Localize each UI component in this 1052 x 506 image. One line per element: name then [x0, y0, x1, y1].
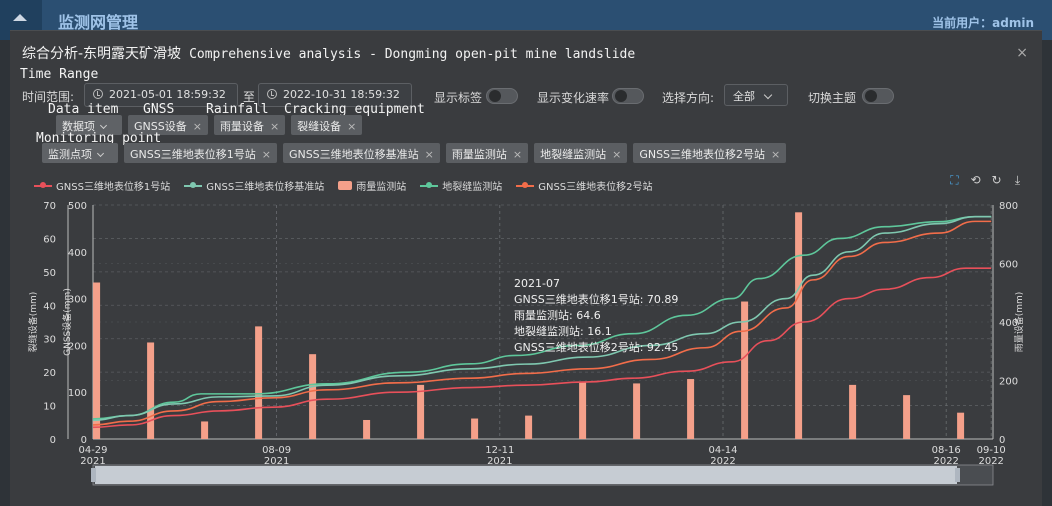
x-tick-label: 04-14	[708, 445, 737, 456]
y-tick-rain: 800	[999, 201, 1018, 212]
close-icon[interactable]: ×	[270, 120, 279, 133]
y-tick-crack: 0	[50, 435, 56, 446]
y-axis-title-gnss: GNSS设备(mm)	[61, 288, 73, 356]
monitoring-point-tag: GNSS三维地表位移2号站 ×	[633, 143, 787, 163]
monitoring-point-select[interactable]: 监测点项	[42, 143, 118, 163]
y-tick-rain: 600	[999, 260, 1018, 271]
rain-bar	[417, 384, 425, 439]
close-icon[interactable]: ×	[347, 120, 356, 133]
rain-bar	[633, 383, 641, 439]
close-icon[interactable]: ×	[771, 148, 780, 161]
close-icon[interactable]: ×	[513, 148, 522, 161]
data-zoom-window	[95, 466, 957, 484]
show-rate-label: 显示变化速率	[537, 91, 610, 105]
rain-bar	[309, 354, 317, 439]
rain-bar	[363, 419, 371, 439]
y-tick-crack: 70	[43, 201, 56, 212]
y-tick-crack: 30	[43, 335, 56, 346]
theme-label: 切换主题	[808, 91, 857, 105]
close-icon[interactable]: ×	[612, 148, 621, 161]
direction-label: 选择方向:	[662, 91, 715, 105]
monitoring-point-row: 监测点项 GNSS三维地表位移1号站 × GNSS三维地表位移基准站 × 雨量监测站…	[42, 143, 787, 163]
y-tick-gnss: 500	[68, 201, 87, 212]
rain-bar	[255, 326, 263, 439]
chevron-down-icon	[763, 90, 773, 100]
clock-icon	[93, 89, 103, 99]
tooltip-line: GNSS三维地表位移2号站: 92.45	[514, 341, 679, 354]
rain-bar	[471, 418, 479, 439]
direction-select[interactable]: 全部	[724, 84, 788, 106]
theme-toggle[interactable]	[862, 88, 894, 104]
y-tick-crack: 50	[43, 268, 56, 279]
monitoring-point-tag: GNSS三维地表位移1号站 ×	[124, 143, 277, 163]
rain-bar	[849, 384, 857, 439]
y-tick-crack: 40	[43, 301, 56, 312]
show-labels-label: 显示标签	[434, 91, 483, 105]
modal-title-en: Comprehensive analysis - Dongming open-p…	[189, 47, 636, 62]
y-tick-gnss: 400	[68, 248, 87, 259]
end-date-value: 2022-10-31 18:59:32	[283, 88, 400, 101]
rain-bar	[93, 282, 101, 439]
rain-bar	[795, 212, 803, 439]
start-date-value: 2021-05-01 18:59:32	[109, 88, 226, 101]
tooltip-date: 2021-07	[514, 277, 560, 290]
y-tick-crack: 60	[43, 234, 56, 245]
x-tick-label: 08-09	[262, 445, 291, 456]
rain-bar	[687, 379, 695, 439]
time-range-annotation: Time Range	[20, 67, 99, 82]
data-zoom-handle-right[interactable]	[955, 468, 960, 482]
y-axis-title-rain: 雨量设备(mm)	[1013, 292, 1025, 353]
rain-bar	[147, 342, 155, 439]
rain-bar	[579, 381, 587, 439]
rain-bar	[957, 412, 965, 439]
y-tick-gnss: 100	[68, 388, 87, 399]
chevron-down-icon	[96, 149, 105, 158]
direction-value: 全部	[733, 90, 755, 103]
tooltip-line: 地裂缝监测站: 16.1	[514, 325, 612, 338]
close-icon[interactable]: ×	[262, 148, 271, 161]
x-tick-label: 12-11	[485, 445, 514, 456]
x-tick-label: 09-10	[977, 445, 1006, 456]
data-item-tag: 裂缝设备 ×	[291, 115, 363, 135]
x-tick-label: 04-29	[78, 445, 107, 456]
chevron-down-icon	[99, 121, 108, 130]
y-axis-title-crack: 裂缝设备(mm)	[27, 292, 39, 353]
x-tick-label: 08-16	[932, 445, 961, 456]
tooltip-line: GNSS三维地表位移1号站: 70.89	[514, 293, 679, 306]
monitoring-point-tag: 雨量监测站 ×	[445, 143, 529, 163]
clock-icon	[267, 89, 277, 99]
modal-title: 综合分析-东明露天矿滑坡 Comprehensive analysis - Don…	[22, 43, 635, 63]
rain-bar	[525, 415, 533, 439]
current-user: 当前用户：admin	[932, 16, 1034, 30]
rain-bar	[903, 395, 911, 439]
data-zoom-handle-left[interactable]	[91, 468, 96, 482]
chart-tooltip: 2021-07 GNSS三维地表位移1号站: 70.89 雨量监测站: 64.6…	[514, 276, 678, 356]
y-tick-crack: 20	[43, 368, 56, 379]
chevron-up-icon	[13, 14, 27, 21]
monitoring-point-tag: 地裂缝监测站 ×	[534, 143, 628, 163]
tooltip-line: 雨量监测站: 64.6	[514, 309, 601, 322]
y-tick-crack: 10	[43, 402, 56, 413]
close-icon[interactable]: ×	[425, 148, 434, 161]
show-rate-toggle[interactable]	[612, 88, 644, 104]
data-item-tag: 雨量设备 ×	[213, 115, 286, 135]
close-icon[interactable]: ×	[193, 120, 202, 133]
show-labels-toggle[interactable]	[486, 88, 518, 104]
monitoring-point-tag: GNSS三维地表位移基准站 ×	[282, 143, 440, 163]
close-icon[interactable]: ×	[1016, 45, 1028, 61]
y-tick-rain: 200	[999, 377, 1018, 388]
rain-bar	[201, 421, 209, 439]
modal-title-zh: 综合分析-东明露天矿滑坡	[22, 46, 182, 62]
